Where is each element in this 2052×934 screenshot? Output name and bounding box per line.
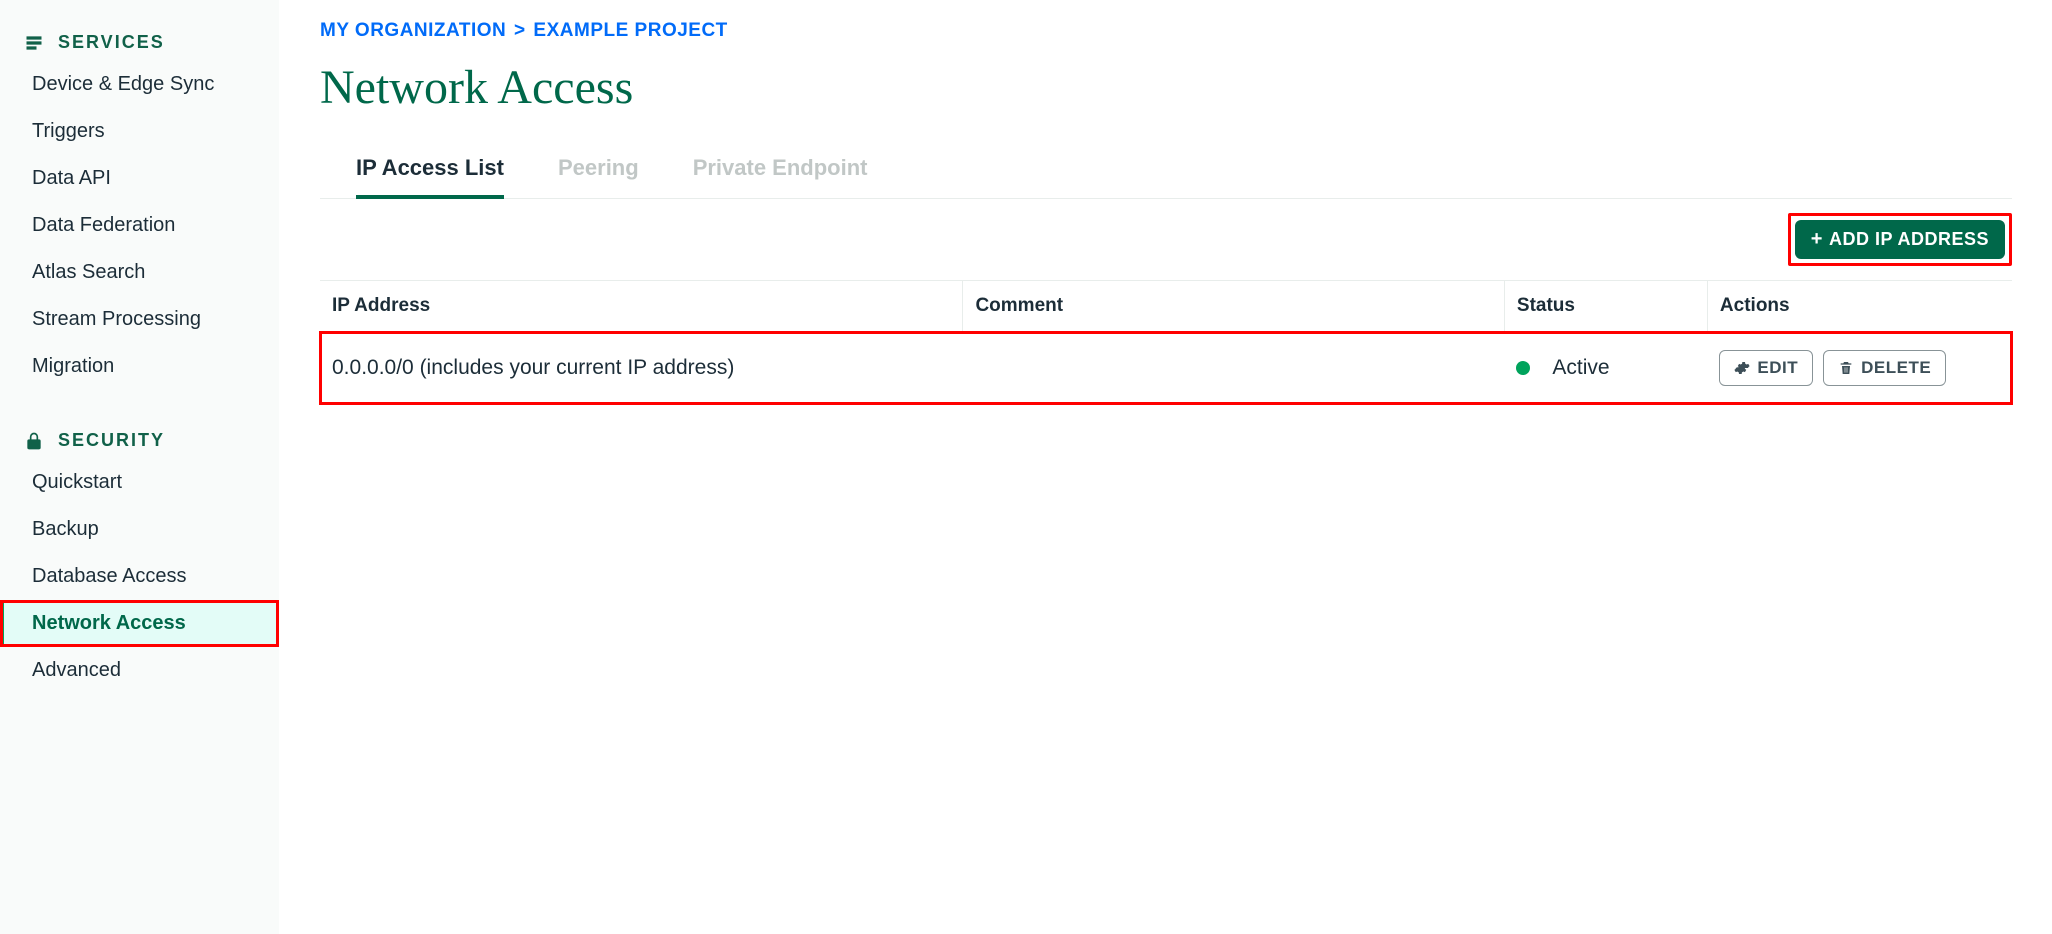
sidebar-item-database-access[interactable]: Database Access [0, 553, 279, 600]
edit-label: EDIT [1757, 358, 1798, 378]
add-ip-label: ADD IP ADDRESS [1829, 229, 1989, 250]
sidebar: SERVICES Device & Edge Sync Triggers Dat… [0, 0, 280, 934]
sidebar-item-atlas-search[interactable]: Atlas Search [0, 249, 279, 296]
edit-button[interactable]: EDIT [1719, 350, 1813, 386]
sidebar-item-data-federation[interactable]: Data Federation [0, 202, 279, 249]
tab-ip-access-list[interactable]: IP Access List [356, 155, 504, 199]
sidebar-item-device-sync[interactable]: Device & Edge Sync [0, 61, 279, 108]
sidebar-section-services: SERVICES [0, 24, 279, 61]
lock-icon [24, 431, 44, 451]
breadcrumb-org[interactable]: MY ORGANIZATION [320, 20, 506, 41]
sidebar-item-migration[interactable]: Migration [0, 343, 279, 390]
sidebar-item-advanced[interactable]: Advanced [0, 647, 279, 694]
delete-button[interactable]: DELETE [1823, 350, 1946, 386]
cell-ip: 0.0.0.0/0 (includes your current IP addr… [320, 332, 963, 405]
status-text: Active [1552, 356, 1609, 380]
tab-peering[interactable]: Peering [558, 155, 639, 199]
sidebar-section-security: SECURITY [0, 422, 279, 459]
tabs: IP Access List Peering Private Endpoint [320, 155, 2012, 199]
cell-comment [963, 332, 1504, 405]
add-ip-highlight: + ADD IP ADDRESS [1788, 213, 2012, 266]
action-bar: + ADD IP ADDRESS [320, 199, 2012, 280]
cell-status: Active [1504, 332, 1707, 405]
tab-private-endpoint[interactable]: Private Endpoint [693, 155, 868, 199]
gear-icon [1734, 360, 1750, 376]
th-status: Status [1504, 281, 1707, 332]
sidebar-item-stream-processing[interactable]: Stream Processing [0, 296, 279, 343]
breadcrumb-sep: > [514, 20, 526, 41]
sidebar-item-data-api[interactable]: Data API [0, 155, 279, 202]
sidebar-item-triggers[interactable]: Triggers [0, 108, 279, 155]
th-actions: Actions [1707, 281, 2012, 332]
main-content: MY ORGANIZATION > EXAMPLE PROJECT Networ… [280, 0, 2052, 934]
page-title: Network Access [320, 60, 2012, 115]
security-label: SECURITY [58, 430, 165, 451]
delete-label: DELETE [1861, 358, 1931, 378]
ip-access-table: IP Address Comment Status Actions 0.0.0.… [320, 280, 2012, 404]
th-ip: IP Address [320, 281, 963, 332]
services-label: SERVICES [58, 32, 165, 53]
services-icon [24, 33, 44, 53]
sidebar-item-backup[interactable]: Backup [0, 506, 279, 553]
sidebar-item-network-access[interactable]: Network Access [0, 600, 279, 647]
status-dot-icon [1516, 361, 1530, 375]
breadcrumb-project[interactable]: EXAMPLE PROJECT [533, 20, 727, 41]
breadcrumb: MY ORGANIZATION > EXAMPLE PROJECT [320, 20, 2012, 42]
add-ip-button[interactable]: + ADD IP ADDRESS [1795, 220, 2005, 259]
cell-actions: EDIT DELETE [1707, 332, 2012, 405]
sidebar-item-quickstart[interactable]: Quickstart [0, 459, 279, 506]
trash-icon [1838, 360, 1854, 376]
plus-icon: + [1811, 228, 1823, 251]
table-row: 0.0.0.0/0 (includes your current IP addr… [320, 332, 2012, 405]
th-comment: Comment [963, 281, 1504, 332]
